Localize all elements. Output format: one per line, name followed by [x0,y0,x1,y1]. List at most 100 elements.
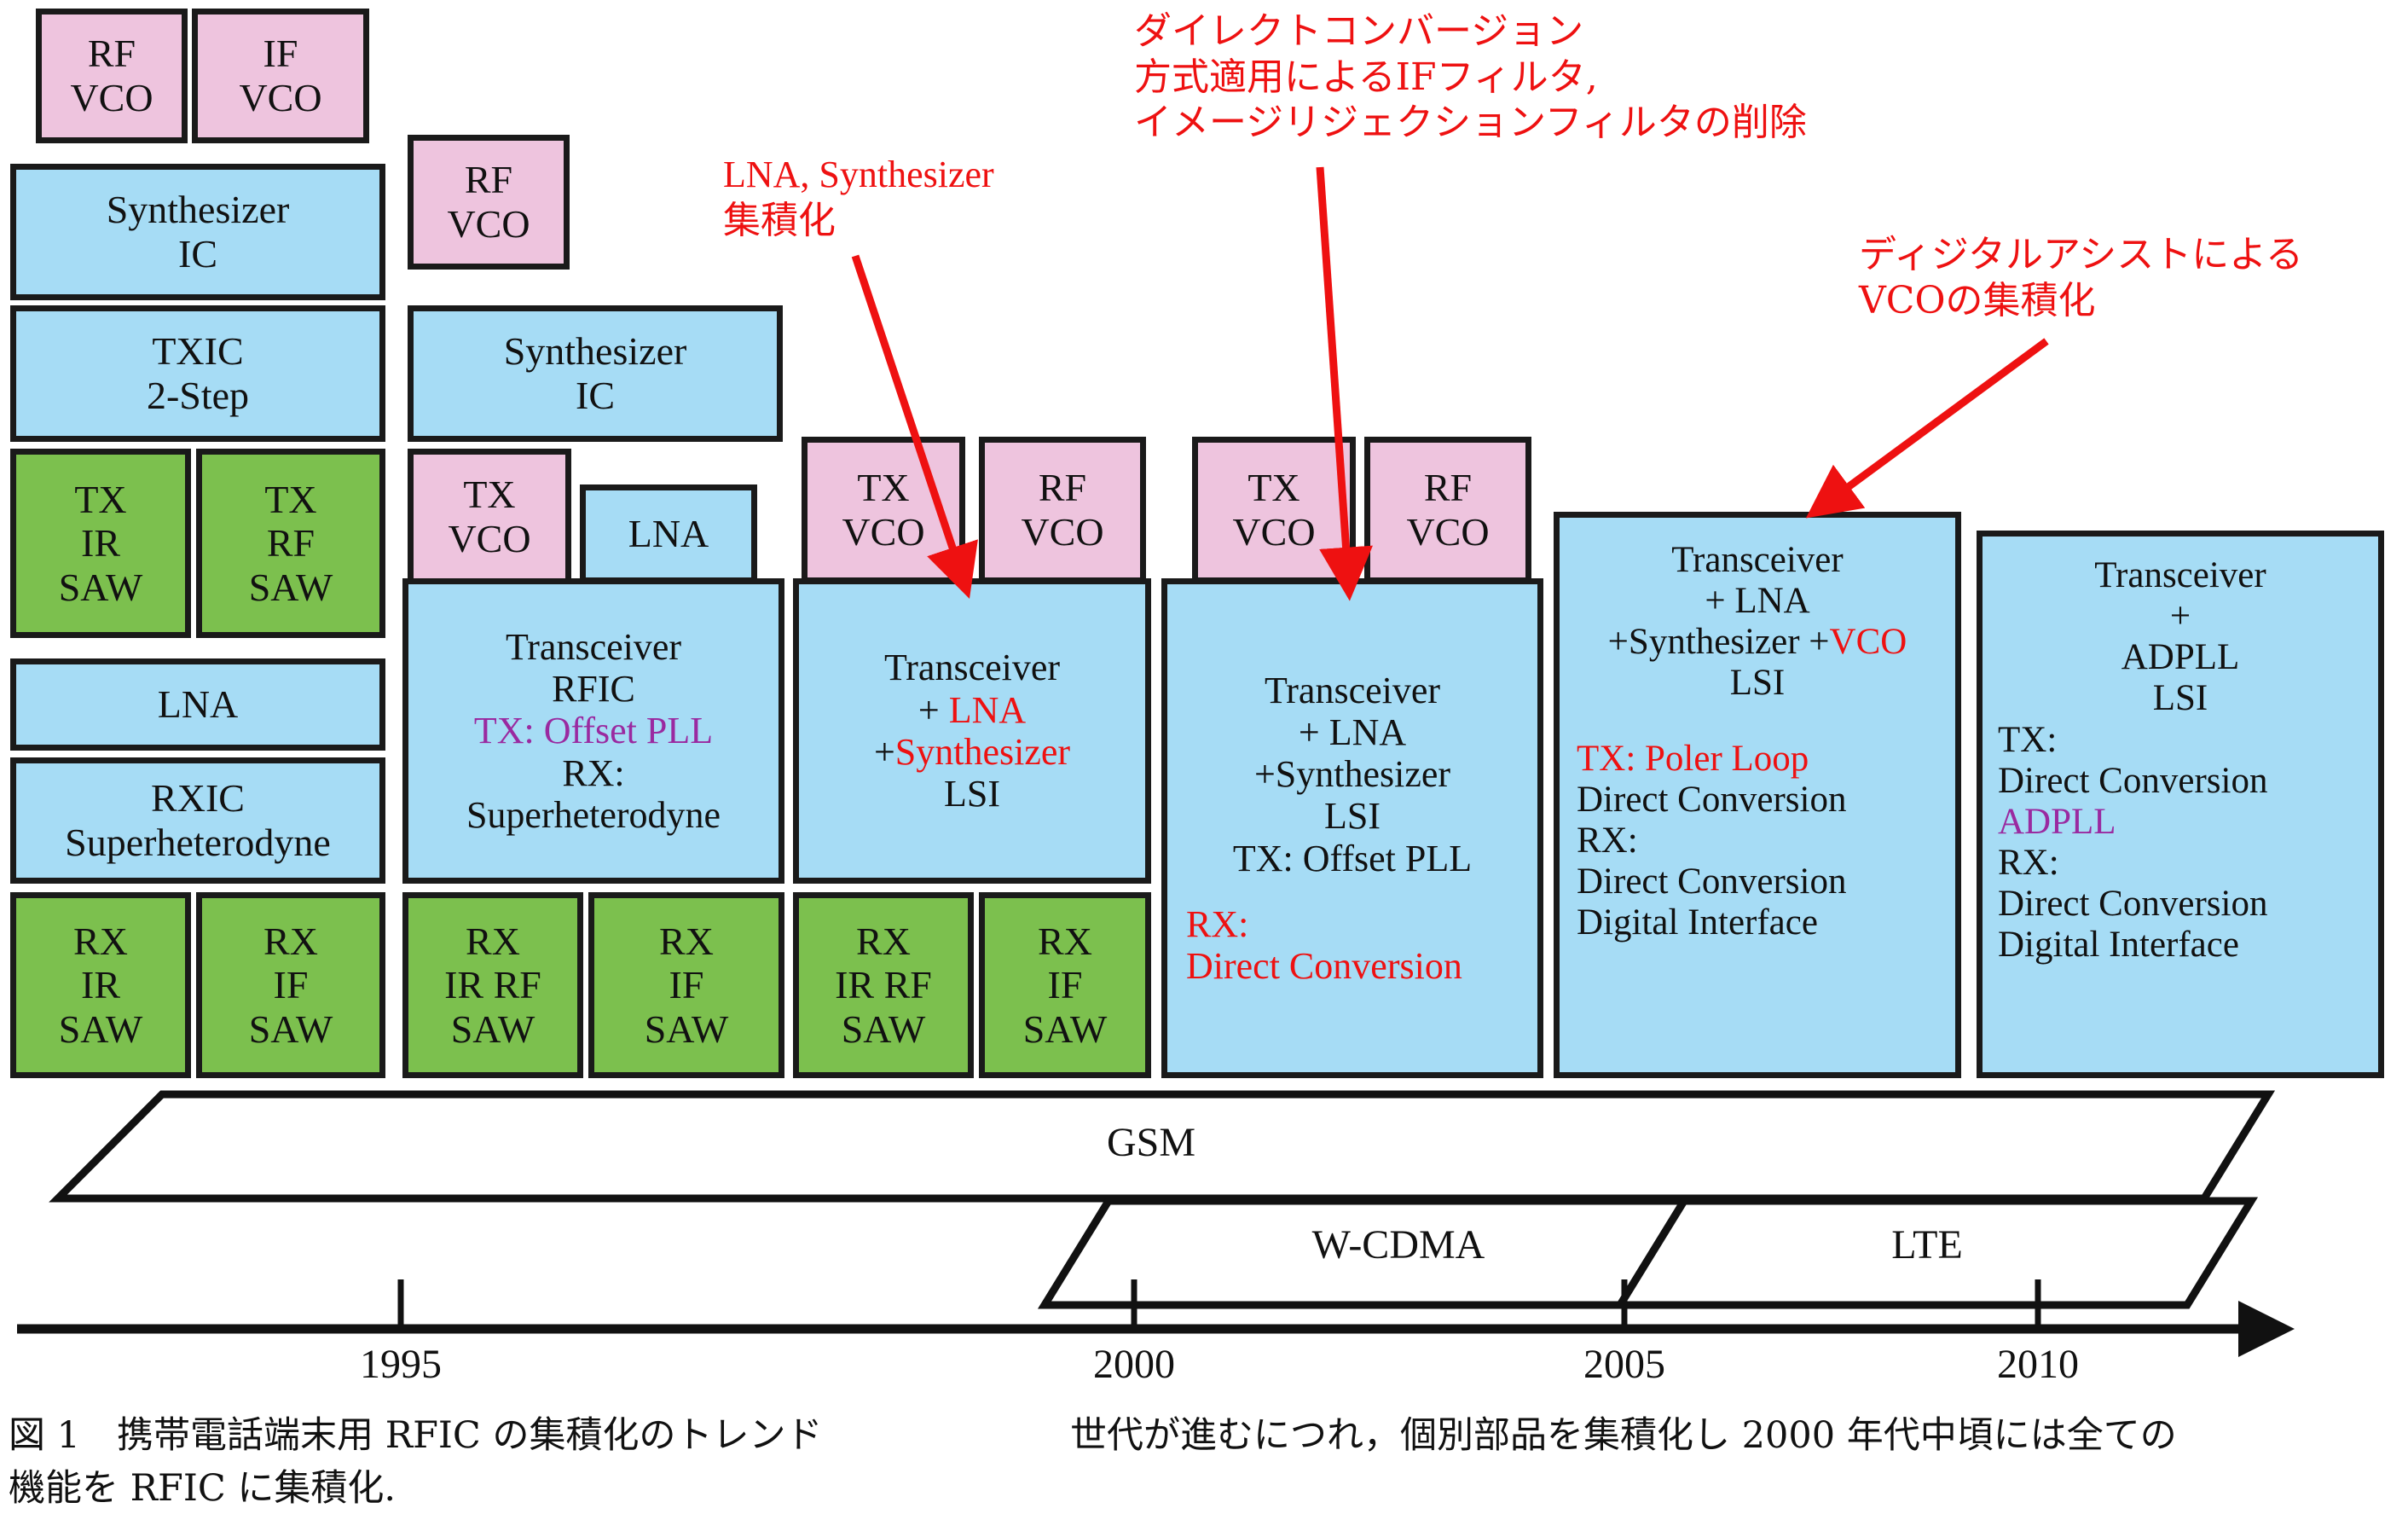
plus-sign: + [917,688,949,731]
block-line: VCO [1021,510,1104,554]
block-line: IF [273,963,309,1007]
block-line: LSI [2152,678,2208,719]
figure-caption-right: 世代が進むにつれ，個別部品を集積化し 2000 年代中頃には全ての [1070,1414,2177,1457]
block-line: LSI [1324,795,1381,838]
block-line: SAW [644,1006,729,1051]
block-line: TX: Offset PLL [473,710,714,752]
block-line: LSI [944,773,1000,815]
block-synthesizer-ic-2: Synthesizer IC [408,305,783,442]
figure-caption-left: 図 1 携帯電話端末用 RFIC の集積化のトレンド 機能を RFIC に集積化… [9,1414,823,1511]
block-line: RX [73,919,128,963]
year-label-2005: 2005 [1583,1342,1665,1387]
block-line: + LNA [1298,711,1407,753]
block-rx-ir-rf-saw-3: RX IR RF SAW [793,892,974,1078]
block-if-vco-1: IF VCO [192,9,369,143]
block-rx-if-saw-3: RX IF SAW [979,892,1151,1078]
block-line: IR RF [835,963,932,1007]
block-line: IR [81,521,120,566]
block-line: TX: Offset PLL [1232,837,1473,879]
block-line: RX: [1186,902,1249,945]
block-line: Direct Conversion [1577,861,1847,902]
block-rx-if-saw-1: RX IF SAW [196,892,385,1078]
block-tx-vco-3: TX VCO [802,437,965,583]
block-rf-vco-4: RF VCO [1364,437,1531,583]
block-line: RF [266,521,315,566]
block-line: RF [1038,466,1087,510]
block-line: IR [81,963,120,1007]
block-line: IF [669,963,704,1007]
block-line: LNA [157,682,239,727]
block-transceiver-lna-synth-lsi: Transceiver + LNA +Synthesizer LSI [793,578,1151,884]
block-line: VCO [1406,510,1490,554]
block-line: RXIC [151,776,245,821]
block-line: LSI [1729,663,1786,704]
block-tx-vco-4: TX VCO [1192,437,1356,583]
block-line: TX [74,477,127,521]
arrow-digital-assist [1805,338,2049,519]
block-line: SAW [450,1006,535,1051]
annotation-digital-assist: ディジタルアシストによる VCOの集積化 [1859,233,2303,322]
figure-canvas: RF VCO IF VCO Synthesizer IC TXIC 2-Step… [0,0,2408,1514]
block-line: Digital Interface [1998,925,2239,966]
block-rxic-superheterodyne: RXIC Superheterodyne [10,757,385,884]
block-line: +Synthesizer [873,731,1071,773]
block-line: TX [857,466,910,510]
block-line: TX: [1998,719,2058,760]
block-line: RX: [1577,820,1638,861]
block-line: RX [466,919,520,963]
block-line: Digital Interface [1577,902,1818,943]
block-line: + LNA [1705,581,1810,622]
block-transceiver-adpll-lsi: Transceiver + ADPLL LSI TX: Direct Conve… [1977,531,2384,1078]
block-rf-vco-2: RF VCO [408,135,570,270]
block-txic-2step: TXIC 2-Step [10,305,385,442]
block-line: SAW [841,1006,926,1051]
block-line: VCO [448,517,531,560]
block-line: 2-Step [146,374,250,417]
label-wcdma: W-CDMA [1311,1222,1485,1267]
block-tx-rf-saw: TX RF SAW [196,449,385,638]
block-line: TX [463,473,516,517]
block-line: Synthesizer [503,329,687,374]
annotation-direct-conversion: ダイレクトコンバージョン 方式適用によるIFフィルタ, イメージリジェクションフ… [1134,9,1807,145]
block-line: Direct Conversion [1577,779,1847,820]
block-line: RX [263,919,318,963]
block-line: Direct Conversion [1186,945,1462,988]
label-lte: LTE [1891,1222,1963,1267]
block-line: Transceiver [1264,669,1441,711]
block-transceiver-offsetpll-dc: Transceiver + LNA +Synthesizer LSI TX: O… [1161,578,1543,1078]
block-line: IC [576,374,615,417]
block-line: TX [1247,466,1300,510]
block-line: VCO [239,76,322,119]
block-line: SAW [248,1006,333,1051]
block-rx-if-saw-2: RX IF SAW [588,892,784,1078]
block-line: VCO [1232,510,1316,554]
block-line: VCO [842,510,925,554]
block-line: IF [1047,963,1083,1007]
block-rf-vco-1: RF VCO [36,9,188,143]
block-line: RX [659,919,714,963]
block-line: Transceiver [883,647,1061,689]
block-line: Superheterodyne [466,793,721,836]
label-gsm: GSM [1106,1120,1196,1165]
year-label-2010: 2010 [1997,1342,2079,1387]
block-line: RX [856,919,911,963]
block-line: ADPLL [2121,637,2240,678]
block-line: Direct Conversion [1998,760,2268,801]
vco-highlight: VCO [1829,622,1907,663]
block-rx-ir-saw-1: RX IR SAW [10,892,191,1078]
block-rf-vco-3: RF VCO [979,437,1146,583]
block-line: Transceiver [1671,540,1844,580]
synthesizer-text: +Synthesizer + [1607,622,1830,663]
block-line: +Synthesizer +VCO [1608,622,1907,663]
block-line: SAW [1022,1006,1108,1051]
block-line: RF [87,32,136,76]
block-lna-1: LNA [10,658,385,751]
block-line: IC [178,232,217,276]
block-rx-ir-rf-saw-2: RX IR RF SAW [402,892,583,1078]
year-label-1995: 1995 [360,1342,442,1387]
block-synthesizer-ic-1: Synthesizer IC [10,164,385,300]
block-line: SAW [248,565,333,609]
plus-sign: + [873,731,895,773]
block-line: +Synthesizer [1253,753,1451,796]
block-line: RX [1038,919,1092,963]
